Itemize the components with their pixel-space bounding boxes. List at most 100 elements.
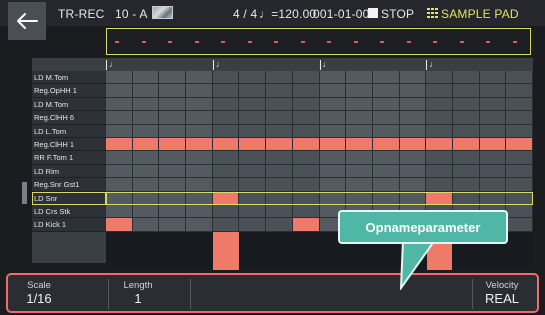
step-cell-on[interactable] — [212, 137, 240, 151]
step-cell[interactable] — [106, 151, 133, 164]
step-cell[interactable] — [479, 151, 507, 164]
step-cell[interactable] — [346, 151, 373, 164]
step-cell[interactable] — [212, 151, 240, 164]
step-cell-on[interactable] — [292, 218, 320, 231]
step-cell[interactable] — [132, 191, 160, 204]
lane-label[interactable]: Reg.Snr Gst1 — [32, 178, 106, 192]
step-cell[interactable] — [239, 151, 267, 164]
step-cell[interactable] — [212, 178, 240, 191]
kit-number[interactable]: 10 - A — [115, 7, 148, 21]
step-cell[interactable] — [239, 178, 267, 191]
step-cell[interactable] — [346, 124, 373, 137]
step-cell[interactable] — [292, 204, 320, 218]
step-cell-on[interactable] — [506, 137, 533, 151]
step-cell[interactable] — [159, 151, 187, 164]
step-cell[interactable] — [346, 191, 373, 204]
step-cell[interactable] — [212, 204, 240, 218]
step-cell[interactable] — [159, 97, 187, 111]
step-cell[interactable] — [372, 97, 400, 111]
step-cell-on[interactable] — [452, 137, 480, 151]
step-cell[interactable] — [132, 124, 160, 137]
step-cell[interactable] — [186, 124, 213, 137]
step-cell[interactable] — [426, 178, 453, 191]
step-cell[interactable] — [346, 97, 373, 111]
step-cell[interactable] — [506, 204, 533, 218]
step-cell[interactable] — [186, 204, 213, 218]
step-cell[interactable] — [159, 178, 187, 191]
step-cell[interactable] — [319, 191, 347, 204]
step-cell[interactable] — [292, 178, 320, 191]
step-cell-on[interactable] — [426, 137, 453, 151]
step-cell[interactable] — [452, 178, 480, 191]
step-cell[interactable] — [399, 151, 427, 164]
step-cell[interactable] — [292, 111, 320, 124]
step-cell[interactable] — [212, 97, 240, 111]
step-cell[interactable] — [399, 97, 427, 111]
step-cell[interactable] — [212, 218, 240, 231]
step-cell[interactable] — [479, 191, 507, 204]
step-cell[interactable] — [266, 111, 293, 124]
step-cell[interactable] — [239, 191, 267, 204]
step-cell[interactable] — [239, 97, 267, 111]
sample-pad-mode[interactable]: SAMPLE PAD — [441, 7, 519, 21]
step-cell[interactable] — [506, 191, 533, 204]
step-cell[interactable] — [239, 84, 267, 97]
step-cell[interactable] — [159, 191, 187, 204]
step-cell[interactable] — [186, 151, 213, 164]
back-button[interactable] — [8, 2, 46, 40]
step-cell-on[interactable] — [399, 137, 427, 151]
step-cell[interactable] — [426, 124, 453, 137]
velocity-bar[interactable] — [213, 232, 239, 270]
lane-label[interactable]: Reg.OpHH 1 — [32, 84, 106, 98]
step-cell-on[interactable] — [319, 137, 347, 151]
step-cell[interactable] — [266, 124, 293, 137]
step-cell[interactable] — [106, 97, 133, 111]
step-cell[interactable] — [292, 71, 320, 84]
lane-label[interactable]: LD Crs Stk — [32, 204, 106, 219]
step-cell-on[interactable] — [212, 191, 240, 204]
step-cell[interactable] — [452, 191, 480, 204]
step-cell[interactable] — [266, 151, 293, 164]
step-cell[interactable] — [212, 84, 240, 97]
step-cell[interactable] — [319, 71, 347, 84]
step-cell[interactable] — [426, 71, 453, 84]
step-cell[interactable] — [132, 151, 160, 164]
scale-param[interactable]: Scale 1/16 — [14, 280, 64, 306]
step-cell[interactable] — [239, 124, 267, 137]
step-cell[interactable] — [479, 124, 507, 137]
step-cell[interactable] — [159, 218, 187, 231]
step-cell[interactable] — [186, 218, 213, 231]
step-cell[interactable] — [479, 111, 507, 124]
step-cell[interactable] — [159, 204, 187, 218]
step-cell-on[interactable] — [346, 137, 373, 151]
step-cell[interactable] — [426, 97, 453, 111]
step-cell[interactable] — [266, 191, 293, 204]
step-cell[interactable] — [292, 124, 320, 137]
step-cell[interactable] — [426, 111, 453, 124]
step-cell[interactable] — [319, 164, 347, 178]
step-cell-on[interactable] — [426, 191, 453, 204]
step-cell[interactable] — [452, 71, 480, 84]
lane-label[interactable]: LD Rim — [32, 164, 106, 179]
lane-label[interactable]: RR F.Tom 1 — [32, 151, 106, 165]
step-cell[interactable] — [239, 204, 267, 218]
step-cell[interactable] — [479, 178, 507, 191]
step-cell[interactable] — [372, 71, 400, 84]
step-cell[interactable] — [346, 178, 373, 191]
step-cell[interactable] — [346, 111, 373, 124]
step-cell[interactable] — [506, 97, 533, 111]
lane-label[interactable]: LD L.Tom — [32, 124, 106, 138]
step-cell[interactable] — [239, 71, 267, 84]
step-cell-on[interactable] — [132, 137, 160, 151]
step-cell[interactable] — [266, 97, 293, 111]
step-cell[interactable] — [106, 71, 133, 84]
step-cell-on[interactable] — [239, 137, 267, 151]
step-cell[interactable] — [506, 164, 533, 178]
step-cell[interactable] — [479, 71, 507, 84]
step-cell[interactable] — [106, 204, 133, 218]
step-cell[interactable] — [452, 151, 480, 164]
step-cell[interactable] — [292, 164, 320, 178]
step-cell[interactable] — [132, 218, 160, 231]
step-cell[interactable] — [186, 71, 213, 84]
step-cell[interactable] — [506, 111, 533, 124]
